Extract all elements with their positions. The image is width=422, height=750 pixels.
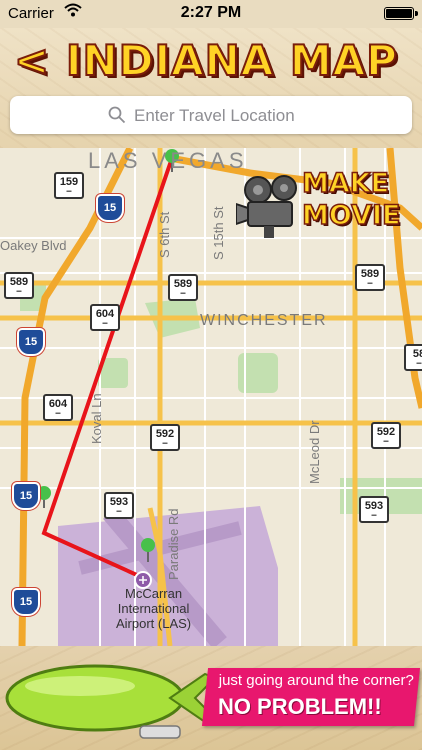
search-bar[interactable]: [10, 96, 412, 134]
route-shield: 159: [54, 172, 84, 199]
app-header: < INDIANA MAP: [0, 28, 422, 148]
back-button[interactable]: < INDIANA MAP: [13, 35, 414, 96]
interstate-shield: 15: [17, 328, 45, 356]
interstate-shield: 15: [96, 194, 124, 222]
street-label-6th: S 6th St: [157, 211, 172, 258]
route-shield: 593: [359, 496, 389, 523]
interstate-shield: 15: [12, 482, 40, 510]
make-movie-label: MAKE MOVIE: [301, 167, 401, 232]
status-bar: Carrier 2:27 PM: [0, 0, 422, 28]
blimp-icon: [5, 664, 217, 739]
airport-label: McCarran International Airport (LAS): [116, 586, 192, 631]
promo-line1: just going around the corner?: [218, 672, 414, 689]
battery-icon: [384, 7, 418, 20]
promo-line2: NO PROBLEM!!: [217, 694, 382, 719]
route-shield: 589: [355, 264, 385, 291]
map-view[interactable]: LAS VEGAS WINCHESTER Oakey Blvd S 6th St…: [0, 148, 422, 646]
street-label-15th: S 15th St: [211, 206, 226, 260]
route-shield: 589: [4, 272, 34, 299]
route-shield: 592: [150, 424, 180, 451]
route-shield: 593: [104, 492, 134, 519]
interstate-shield: 15: [12, 588, 40, 616]
route-shield: 589: [168, 274, 198, 301]
street-label-paradise: Paradise Rd: [166, 508, 181, 580]
clock: 2:27 PM: [180, 4, 242, 21]
street-label-oakey: Oakey Blvd: [0, 238, 67, 253]
route-shield: 58: [404, 344, 422, 371]
route-shield: 604: [90, 304, 120, 331]
street-label-koval: Koval Ln: [89, 393, 104, 444]
city-label: LAS VEGAS: [88, 148, 248, 173]
promo-callout: just going around the corner? NO PROBLEM…: [201, 668, 421, 726]
route-shield: 604: [43, 394, 73, 421]
page-title: < INDIANA MAP: [13, 35, 398, 86]
movie-camera-icon: [236, 175, 297, 238]
area-label: WINCHESTER: [200, 312, 328, 329]
promo-banner[interactable]: just going around the corner? NO PROBLEM…: [0, 646, 422, 750]
street-label-mcleod: McLeod Dr: [307, 420, 322, 484]
route-shield: 592: [371, 422, 401, 449]
make-movie-button[interactable]: MAKE MOVIE: [236, 167, 414, 248]
search-icon: [108, 106, 126, 124]
search-input[interactable]: [132, 100, 396, 132]
